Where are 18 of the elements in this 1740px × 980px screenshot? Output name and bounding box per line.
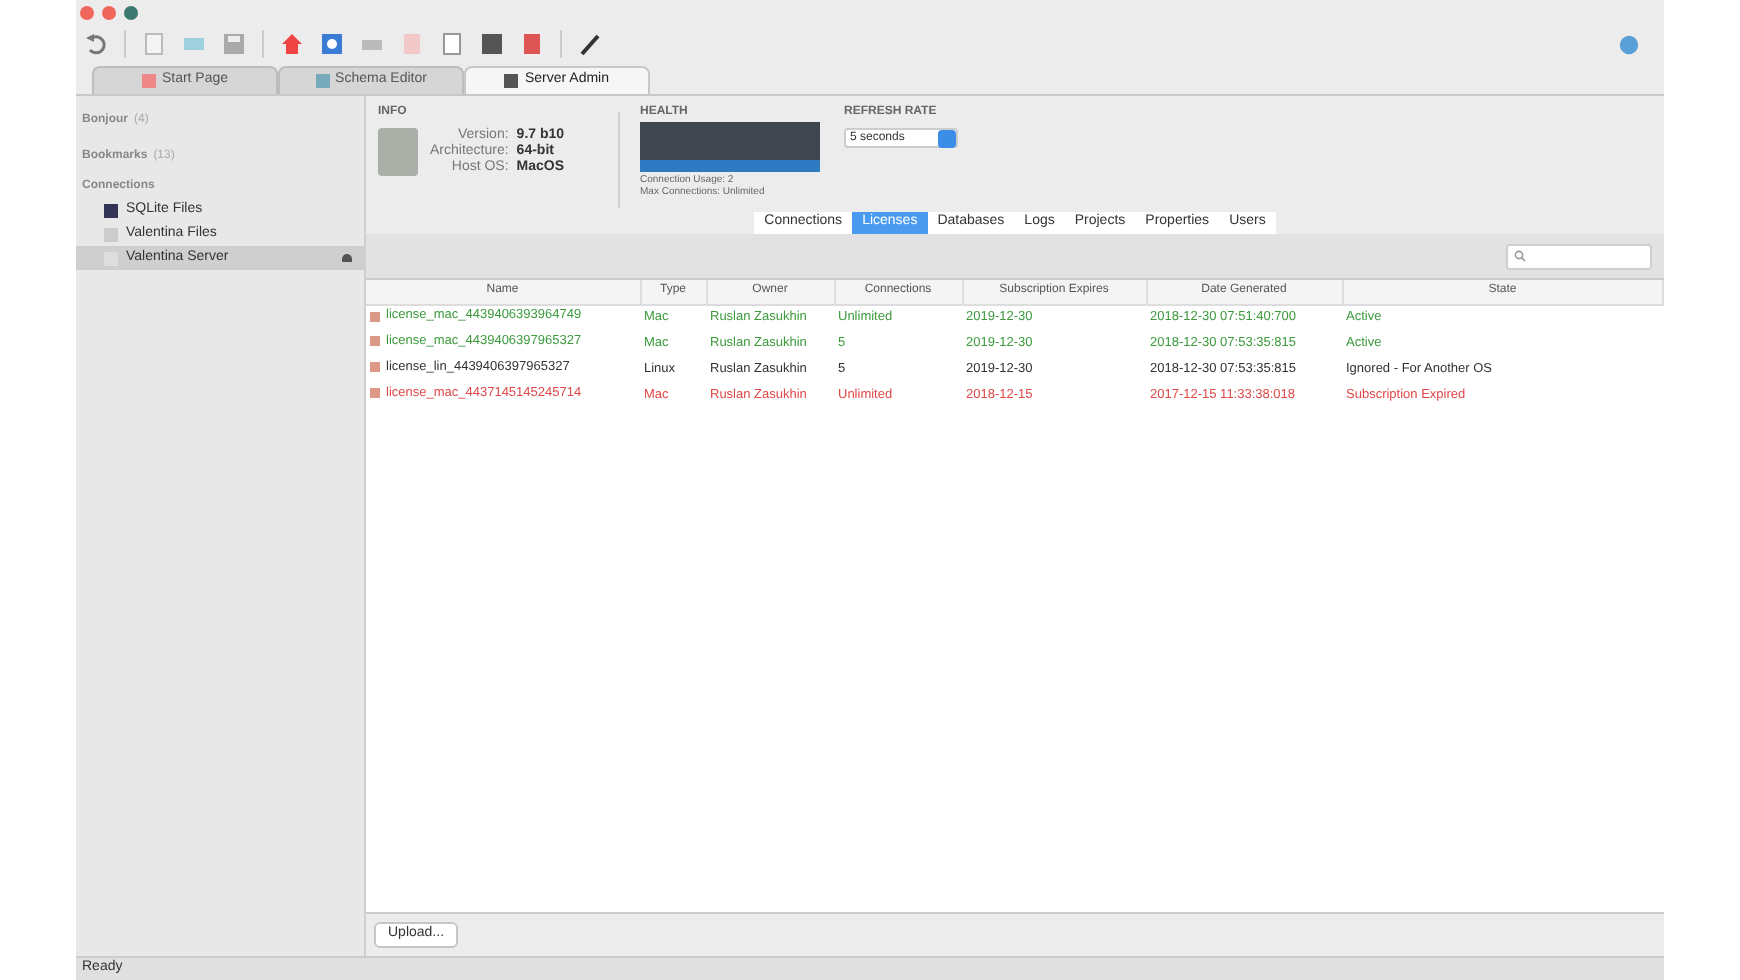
license-icon [370,362,380,373]
search-icon [1514,250,1526,262]
undo-icon[interactable] [84,32,108,56]
square-icon[interactable] [440,32,464,56]
license-icon [370,311,380,322]
zoom-button[interactable] [124,5,138,19]
minimize-button[interactable] [102,5,116,19]
search-field[interactable] [1506,243,1652,269]
document-icon[interactable] [142,32,166,56]
panel-icon[interactable] [480,32,504,56]
server-icon [378,128,418,176]
license-icon [370,388,380,399]
pen-icon[interactable] [578,32,602,56]
user-icon [342,254,352,262]
license-icon [370,336,380,347]
globe-icon[interactable] [1618,33,1640,55]
close-button[interactable] [80,5,94,19]
floppy-icon[interactable] [222,32,246,56]
